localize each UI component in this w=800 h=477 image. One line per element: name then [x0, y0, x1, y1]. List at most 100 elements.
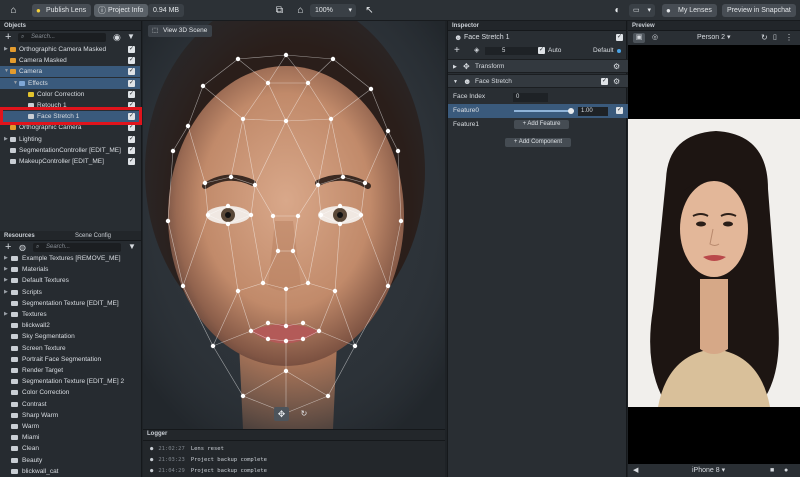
mesh-landmark-point[interactable] — [337, 203, 343, 209]
mesh-landmark-point[interactable] — [240, 116, 246, 122]
object-tree-item[interactable]: SegmentationController [EDIT_ME] ✓ — [0, 145, 140, 156]
resource-item[interactable]: Sky Segmentation — [0, 331, 140, 342]
mesh-landmark-point[interactable] — [185, 123, 191, 129]
mesh-landmark-point[interactable] — [316, 328, 322, 334]
mesh-landmark-point[interactable] — [385, 128, 391, 134]
mesh-landmark-point[interactable] — [170, 148, 176, 154]
mesh-landmark-point[interactable] — [283, 368, 289, 374]
mesh-landmark-point[interactable] — [248, 328, 254, 334]
mesh-landmark-point[interactable] — [200, 83, 206, 89]
mesh-landmark-point[interactable] — [283, 118, 289, 124]
object-tree-item[interactable]: MakeupController [EDIT_ME] ✓ — [0, 156, 140, 167]
resource-item[interactable]: ▶ Textures — [0, 309, 140, 320]
view-3d-scene-button[interactable]: ⬚ View 3D Scene — [148, 25, 213, 37]
mesh-landmark-point[interactable] — [305, 280, 311, 286]
mesh-landmark-point[interactable] — [225, 221, 231, 227]
snap-icon[interactable]: ⌂ — [293, 4, 308, 17]
rotate-device-icon[interactable]: ▯ — [773, 31, 777, 45]
mesh-landmark-point[interactable] — [265, 336, 271, 342]
copy-icon[interactable]: ⧉ — [272, 4, 287, 17]
chevron-down-icon[interactable]: ▼ — [4, 66, 9, 77]
mesh-landmark-point[interactable] — [205, 212, 211, 218]
resource-item[interactable]: blickwall_cat — [0, 466, 140, 477]
object-tree-item[interactable]: ▶ Lighting ✓ — [0, 134, 140, 145]
device-model-select[interactable]: iPhone 8 ▾ — [692, 464, 725, 477]
resource-item[interactable]: Segmentation Texture [EDIT_ME] — [0, 298, 140, 309]
device-select[interactable]: ▭ ▾ — [629, 4, 655, 17]
face-index-input[interactable]: 0 — [513, 93, 548, 102]
mesh-landmark-point[interactable] — [352, 343, 358, 349]
mesh-landmark-point[interactable] — [398, 218, 404, 224]
object-enabled-checkbox[interactable]: ✓ — [128, 57, 135, 65]
resource-item[interactable]: ▶ Default Textures — [0, 275, 140, 286]
objects-search-input[interactable]: ⌕ Search... — [18, 33, 106, 42]
night-mode-icon[interactable]: ◐ — [610, 4, 625, 17]
mesh-landmark-point[interactable] — [337, 221, 343, 227]
mesh-landmark-point[interactable] — [248, 212, 254, 218]
object-enabled-checkbox[interactable]: ✓ — [128, 158, 135, 165]
filter-icon[interactable]: ▼ — [127, 32, 135, 41]
mesh-landmark-point[interactable] — [283, 323, 289, 329]
resource-item[interactable]: ▶ Scripts — [0, 287, 140, 298]
mesh-landmark-point[interactable] — [300, 336, 306, 342]
auto-checkbox[interactable]: ✓ — [538, 47, 545, 54]
chevron-right-icon[interactable]: ▶ — [4, 309, 8, 320]
mesh-landmark-point[interactable] — [283, 52, 289, 58]
mesh-landmark-point[interactable] — [290, 248, 296, 254]
mesh-landmark-point[interactable] — [210, 343, 216, 349]
mesh-landmark-point[interactable] — [283, 286, 289, 292]
face-stretch-enabled-checkbox[interactable]: ✓ — [601, 78, 608, 85]
mesh-landmark-point[interactable] — [332, 288, 338, 294]
tab-scene-config[interactable]: Scene Config — [75, 231, 111, 241]
scene-viewport[interactable]: ⬚ View 3D Scene ✥ ↻ — [143, 0, 445, 429]
mesh-landmark-point[interactable] — [235, 56, 241, 62]
mesh-landmark-point[interactable] — [328, 116, 334, 122]
resource-item[interactable]: Portrait Face Segmentation — [0, 354, 140, 365]
add-object-icon[interactable]: + — [5, 31, 11, 44]
mesh-landmark-point[interactable] — [228, 174, 234, 180]
add-feature-button[interactable]: + Add Feature — [514, 120, 569, 129]
mesh-landmark-point[interactable] — [395, 148, 401, 154]
mesh-landmark-point[interactable] — [330, 56, 336, 62]
object-enabled-checkbox[interactable]: ✓ — [128, 46, 135, 53]
feature0-slider-knob[interactable] — [568, 108, 574, 114]
home-icon[interactable]: ⌂ — [6, 4, 21, 17]
resource-item[interactable]: Render Target — [0, 365, 140, 376]
resource-item[interactable]: Clean — [0, 443, 140, 454]
object-enabled-checkbox[interactable]: ✓ — [616, 34, 623, 41]
cursor-icon[interactable]: ↖ — [362, 4, 377, 17]
person-select[interactable]: Person 2 ▾ — [697, 31, 731, 45]
mesh-landmark-point[interactable] — [318, 212, 324, 218]
add-component-button[interactable]: + Add Component — [505, 138, 571, 147]
object-enabled-checkbox[interactable]: ✓ — [128, 90, 135, 98]
mesh-landmark-point[interactable] — [362, 180, 368, 186]
preview-in-snapchat-button[interactable]: Preview in Snapchat — [722, 4, 796, 17]
camera-icon[interactable]: ▣ — [633, 33, 645, 43]
mesh-landmark-point[interactable] — [265, 80, 271, 86]
chevron-right-icon[interactable]: ▶ — [4, 44, 8, 55]
resource-item[interactable]: Contrast — [0, 399, 140, 410]
resource-item[interactable]: Warm — [0, 421, 140, 432]
visibility-icon[interactable]: ◉ — [113, 32, 121, 43]
object-tree-item[interactable]: ▼ Camera ✓ — [0, 66, 140, 78]
resource-item[interactable]: Sharp Warm — [0, 410, 140, 421]
resource-item[interactable]: Color Correction — [0, 387, 140, 398]
resource-item[interactable]: blickwall2 — [0, 320, 140, 331]
resource-item[interactable]: Miami — [0, 432, 140, 443]
inspector-object-name[interactable]: Face Stretch 1 — [464, 31, 510, 45]
resource-item[interactable]: Screen Texture — [0, 343, 140, 354]
chevron-right-icon[interactable]: ▶ — [4, 275, 8, 286]
mesh-landmark-point[interactable] — [225, 203, 231, 209]
mesh-landmark-point[interactable] — [265, 320, 271, 326]
object-tree-item[interactable]: Camera Masked ✓ — [0, 55, 140, 66]
feature0-value-input[interactable]: 1.00 — [578, 107, 608, 116]
add-icon[interactable]: + — [454, 44, 460, 58]
mesh-landmark-point[interactable] — [385, 283, 391, 289]
project-info-button[interactable]: ⓘ Project Info — [94, 4, 149, 17]
mesh-landmark-point[interactable] — [368, 86, 374, 92]
mesh-landmark-point[interactable] — [252, 182, 258, 188]
publish-lens-button[interactable]: ● Publish Lens — [32, 4, 92, 17]
import-icon[interactable]: ◍ — [19, 243, 26, 252]
gear-icon[interactable]: ⚙ — [613, 60, 620, 74]
resource-item[interactable]: ▶ Materials — [0, 264, 140, 275]
